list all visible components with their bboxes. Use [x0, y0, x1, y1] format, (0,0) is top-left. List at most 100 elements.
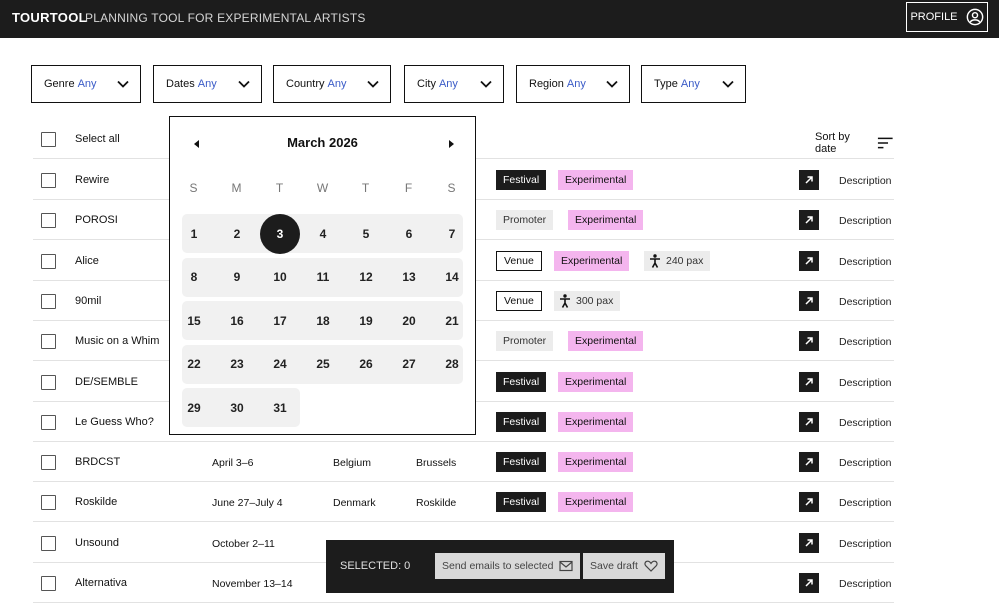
open-link-button[interactable] [799, 452, 819, 473]
row-checkbox[interactable] [41, 414, 56, 430]
calendar-day[interactable]: 21 [432, 301, 472, 341]
filter-city-dropdown[interactable]: City Any [404, 65, 504, 103]
external-link-icon [805, 297, 813, 305]
open-link-button[interactable] [799, 573, 819, 593]
send-emails-button[interactable]: Send emails to selected [435, 553, 581, 579]
external-link-icon [805, 216, 813, 224]
open-link-button[interactable] [799, 170, 819, 190]
calendar-day[interactable]: 30 [217, 388, 257, 428]
save-draft-label: Save draft [590, 560, 638, 572]
description-link[interactable]: Description [839, 578, 892, 590]
row-country: Denmark [333, 497, 376, 510]
chevron-down-icon [238, 80, 250, 88]
filter-type-dropdown[interactable]: Type Any [641, 65, 746, 103]
person-icon [650, 253, 660, 268]
row-name: POROSI [75, 214, 118, 227]
row-checkbox[interactable] [41, 495, 56, 511]
filter-dates-dropdown[interactable]: Dates Any [153, 65, 262, 103]
open-link-button[interactable] [799, 492, 819, 513]
calendar-day[interactable]: 29 [174, 388, 214, 428]
calendar-day[interactable]: 14 [432, 257, 472, 297]
open-link-button[interactable] [799, 210, 819, 231]
open-link-button[interactable] [799, 532, 819, 553]
app-logo[interactable]: TOURTOOL [12, 10, 87, 25]
calendar-day[interactable]: 15 [174, 301, 214, 341]
calendar-day[interactable]: 20 [389, 301, 429, 341]
row-checkbox[interactable] [41, 213, 56, 229]
calendar-day-selected[interactable]: 3 [260, 213, 300, 254]
calendar-day[interactable]: 10 [260, 257, 300, 297]
row-checkbox[interactable] [41, 455, 56, 471]
heart-icon [644, 560, 658, 572]
row-checkbox[interactable] [41, 334, 56, 350]
open-link-button[interactable] [799, 371, 819, 392]
genre-tag: Experimental [558, 452, 634, 473]
description-link[interactable]: Description [839, 296, 892, 308]
description-link[interactable]: Description [839, 457, 892, 469]
filter-region-dropdown[interactable]: Region Any [516, 65, 630, 103]
row-checkbox[interactable] [41, 173, 56, 188]
row-checkbox[interactable] [41, 293, 56, 309]
calendar-day[interactable]: 7 [432, 214, 472, 254]
description-link[interactable]: Description [839, 175, 892, 187]
calendar-day[interactable]: 16 [217, 301, 257, 341]
calendar-day[interactable]: 1 [174, 214, 214, 254]
filter-country-dropdown[interactable]: Country Any [273, 65, 391, 103]
calendar-day[interactable]: 5 [346, 214, 386, 254]
calendar-day[interactable]: 23 [217, 344, 257, 384]
calendar-day[interactable]: 2 [217, 214, 257, 254]
next-month-icon[interactable] [444, 137, 458, 151]
filter-genre-dropdown[interactable]: Genre Any [31, 65, 141, 103]
select-all-checkbox[interactable] [41, 132, 56, 147]
description-link[interactable]: Description [839, 215, 892, 227]
calendar-day[interactable]: 27 [389, 344, 429, 384]
calendar-day[interactable]: 28 [432, 344, 472, 384]
calendar-day[interactable]: 4 [303, 214, 343, 254]
description-link[interactable]: Description [839, 256, 892, 268]
calendar-day[interactable]: 8 [174, 257, 214, 297]
description-link[interactable]: Description [839, 497, 892, 509]
description-link[interactable]: Description [839, 538, 892, 550]
row-name: Alice [75, 254, 99, 267]
calendar-day[interactable]: 17 [260, 301, 300, 341]
row-checkbox[interactable] [41, 253, 56, 269]
calendar-day[interactable]: 9 [217, 257, 257, 297]
weekday-label: M [231, 181, 242, 195]
capacity-label: 300 pax [576, 294, 614, 307]
select-all-label: Select all [75, 133, 120, 145]
row-checkbox[interactable] [41, 374, 56, 390]
calendar-day[interactable]: 12 [346, 257, 386, 297]
genre-tag: Experimental [558, 170, 634, 190]
calendar-day[interactable]: 24 [260, 344, 300, 384]
calendar-day[interactable]: 6 [389, 214, 429, 254]
open-link-button[interactable] [799, 250, 819, 271]
calendar-day[interactable]: 22 [174, 344, 214, 384]
calendar-day[interactable]: 31 [260, 388, 300, 428]
sort-by-date-button[interactable]: Sort by date [815, 131, 894, 155]
calendar-day[interactable]: 26 [346, 344, 386, 384]
description-link[interactable]: Description [839, 417, 892, 429]
row-country: Belgium [333, 457, 371, 470]
genre-tag: Experimental [558, 411, 634, 432]
open-link-button[interactable] [799, 290, 819, 311]
external-link-icon [805, 579, 813, 587]
save-draft-button[interactable]: Save draft [583, 553, 665, 579]
filter-label: Region [529, 78, 564, 90]
sort-label: Sort by date [815, 131, 850, 155]
type-tag: Festival [496, 492, 547, 513]
genre-tag: Experimental [568, 210, 644, 231]
row-checkbox[interactable] [41, 576, 56, 591]
calendar-day[interactable]: 13 [389, 257, 429, 297]
profile-button[interactable]: PROFILE [906, 2, 988, 32]
open-link-button[interactable] [799, 331, 819, 352]
description-link[interactable]: Description [839, 336, 892, 348]
row-date: November 13–14 [212, 578, 293, 590]
description-link[interactable]: Description [839, 377, 892, 389]
calendar-day[interactable]: 25 [303, 344, 343, 384]
row-checkbox[interactable] [41, 535, 56, 551]
calendar-day[interactable]: 19 [346, 301, 386, 341]
type-tag: Festival [496, 170, 547, 190]
calendar-day[interactable]: 18 [303, 301, 343, 341]
calendar-day[interactable]: 11 [303, 257, 343, 297]
open-link-button[interactable] [799, 411, 819, 432]
